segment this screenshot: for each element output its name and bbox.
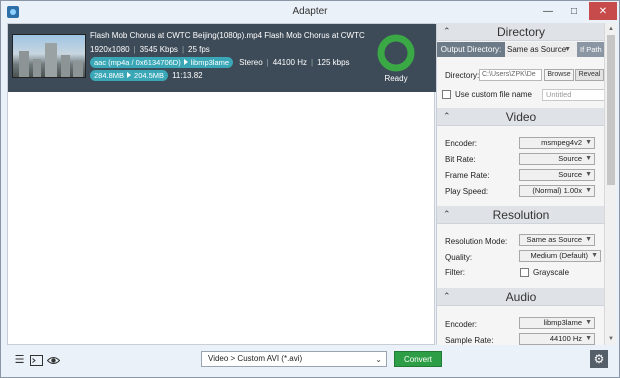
duration: 11:13.82 bbox=[172, 71, 203, 80]
window-title: Adapter bbox=[292, 6, 328, 17]
filter-label: Filter: bbox=[445, 268, 465, 277]
sample-rate-label: Sample Rate: bbox=[445, 336, 494, 345]
audio-bitrate: 125 kbps bbox=[317, 58, 350, 67]
reveal-button[interactable]: Reveal bbox=[575, 69, 604, 81]
video-info: 1920x1080 | 3545 Kbps | 25 fps bbox=[90, 45, 210, 54]
audio-source-codec: aac (mp4a / 0x6134706D) bbox=[94, 58, 181, 67]
chevron-down-icon: ▼ bbox=[585, 236, 592, 243]
minimize-button[interactable]: — bbox=[536, 2, 560, 20]
settings-panel: ⌃ Directory Output Directory: Same as So… bbox=[436, 23, 604, 345]
size-pill: 284.8MB 204.5MB bbox=[90, 70, 169, 81]
audio-encoder-select[interactable]: libmp3lame ▼ bbox=[519, 317, 595, 329]
preview-eye-icon[interactable] bbox=[46, 354, 61, 367]
chevron-down-icon: ▼ bbox=[585, 187, 592, 194]
section-header-resolution[interactable]: ⌃ Resolution bbox=[437, 206, 604, 224]
chevron-down-icon: ▼ bbox=[564, 46, 571, 53]
resolution-mode-select[interactable]: Same as Source ▼ bbox=[519, 234, 595, 246]
audio-encoder-label: Encoder: bbox=[445, 320, 478, 329]
directory-input[interactable]: C:\Users\ZPK\De bbox=[479, 69, 542, 81]
close-button[interactable]: ✕ bbox=[589, 2, 617, 20]
video-encoder-label: Encoder: bbox=[445, 139, 478, 148]
video-resolution: 1920x1080 bbox=[90, 45, 130, 54]
output-directory-select[interactable]: Same as Source ▼ bbox=[507, 44, 573, 55]
file-row[interactable]: Flash Mob Chorus at CWTC Beijing(1080p).… bbox=[8, 24, 436, 92]
video-bitrate-select[interactable]: Source ▼ bbox=[519, 153, 595, 165]
audio-codec-pill: aac (mp4a / 0x6134706D) libmp3lame bbox=[90, 57, 234, 68]
grayscale-label: Grayscale bbox=[533, 268, 570, 277]
section-header-directory[interactable]: ⌃ Directory bbox=[437, 23, 604, 41]
custom-filename-input[interactable]: Untitled bbox=[542, 89, 604, 101]
sample-rate-select[interactable]: 44100 Hz ▼ bbox=[519, 333, 595, 345]
video-bitrate: 3545 Kbps bbox=[139, 45, 178, 54]
output-directory-bar: Output Directory: Same as Source ▼ If Pat… bbox=[437, 42, 604, 57]
title-bar: Adapter — □ ✕ bbox=[1, 1, 619, 23]
audio-sample-rate: 44100 Hz bbox=[272, 58, 307, 67]
arrow-right-icon bbox=[127, 72, 132, 78]
chevron-down-icon: ⌄ bbox=[375, 355, 382, 364]
file-title: Flash Mob Chorus at CWTC Beijing(1080p).… bbox=[90, 31, 365, 40]
quality-label: Quality: bbox=[445, 253, 473, 262]
if-path-tab[interactable]: If Path bbox=[577, 42, 604, 57]
section-header-video[interactable]: ⌃ Video bbox=[437, 108, 604, 126]
chevron-down-icon: ▼ bbox=[585, 155, 592, 162]
video-fps: 25 fps bbox=[188, 45, 210, 54]
quality-select[interactable]: Medium (Default) ▼ bbox=[519, 250, 601, 262]
chevron-down-icon: ▼ bbox=[591, 252, 598, 259]
frame-rate-select[interactable]: Source ▼ bbox=[519, 169, 595, 181]
chevron-down-icon: ▼ bbox=[585, 335, 592, 342]
custom-filename-checkbox[interactable] bbox=[442, 90, 451, 99]
convert-button[interactable]: Convert bbox=[394, 351, 442, 367]
custom-filename-label: Use custom file name bbox=[455, 90, 532, 99]
size-info: 284.8MB 204.5MB 11:13.82 bbox=[90, 70, 203, 81]
ready-progress-ring bbox=[377, 34, 415, 72]
play-speed-select[interactable]: (Normal) 1.00x ▼ bbox=[519, 185, 595, 197]
play-speed-label: Play Speed: bbox=[445, 187, 489, 196]
browse-button[interactable]: Browse bbox=[544, 69, 574, 81]
frame-rate-label: Frame Rate: bbox=[445, 171, 490, 180]
bottom-toolbar: ☰ Video > Custom AVI (*.avi) ⌄ Convert ⚙ bbox=[1, 345, 619, 377]
settings-gear-icon[interactable]: ⚙ bbox=[590, 350, 608, 368]
settings-scrollbar[interactable]: ▲ ▼ bbox=[604, 23, 616, 345]
video-encoder-select[interactable]: msmpeg4v2 ▼ bbox=[519, 137, 595, 149]
output-directory-label: Output Directory: bbox=[437, 42, 505, 57]
chevron-down-icon: ▼ bbox=[585, 319, 592, 326]
grayscale-checkbox[interactable] bbox=[520, 268, 529, 277]
status-label: Ready bbox=[384, 74, 408, 83]
audio-info: aac (mp4a / 0x6134706D) libmp3lame Stereo… bbox=[90, 57, 350, 68]
video-thumbnail bbox=[12, 34, 86, 78]
menu-icon[interactable]: ☰ bbox=[13, 354, 26, 367]
resolution-mode-label: Resolution Mode: bbox=[445, 237, 508, 246]
size-source: 284.8MB bbox=[94, 71, 125, 80]
chevron-down-icon: ▼ bbox=[585, 139, 592, 146]
terminal-icon[interactable] bbox=[30, 354, 43, 367]
scroll-down-icon[interactable]: ▼ bbox=[607, 335, 615, 343]
section-header-audio[interactable]: ⌃ Audio bbox=[437, 288, 604, 306]
scroll-thumb[interactable] bbox=[607, 35, 615, 185]
output-profile-select[interactable]: Video > Custom AVI (*.avi) ⌄ bbox=[201, 351, 387, 367]
audio-channels: Stereo bbox=[239, 58, 263, 67]
scroll-up-icon[interactable]: ▲ bbox=[607, 25, 615, 33]
maximize-button[interactable]: □ bbox=[562, 2, 586, 20]
arrow-right-icon bbox=[183, 59, 188, 65]
audio-target-codec: libmp3lame bbox=[190, 58, 230, 67]
chevron-down-icon: ▼ bbox=[585, 171, 592, 178]
file-list[interactable]: Flash Mob Chorus at CWTC Beijing(1080p).… bbox=[7, 23, 436, 345]
video-bitrate-label: Bit Rate: bbox=[445, 155, 476, 164]
size-target: 204.5MB bbox=[134, 71, 165, 80]
app-window: Adapter — □ ✕ Flash Mob Chorus at CWTC B… bbox=[0, 0, 620, 378]
directory-label: Directory: bbox=[445, 71, 480, 80]
